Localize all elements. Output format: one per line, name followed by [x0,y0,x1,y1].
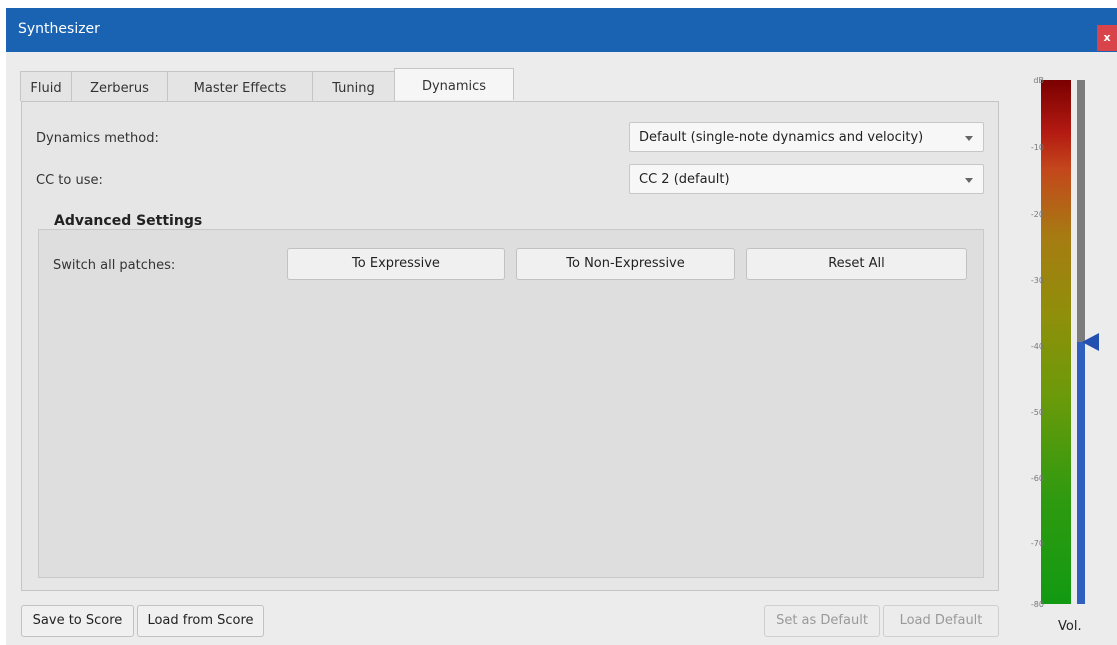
dynamics-method-label: Dynamics method: [36,131,159,146]
tab-fluid[interactable]: Fluid [20,71,72,101]
volume-fill [1077,342,1085,604]
cc-label: CC to use: [36,173,103,188]
cc-select[interactable]: CC 2 (default) [629,164,984,194]
window-title: Synthesizer [18,21,100,37]
tab-zerberus[interactable]: Zerberus [71,71,168,101]
switch-patches-label: Switch all patches: [53,258,176,273]
tick-label: dB [1033,76,1044,85]
to-non-expressive-button[interactable]: To Non-Expressive [516,248,735,280]
level-meter-bar [1041,80,1071,604]
chevron-down-icon [965,136,973,141]
load-from-score-button[interactable]: Load from Score [137,605,264,637]
tick-label: -50 [1030,408,1044,417]
tick-label: -40 [1030,342,1044,351]
advanced-settings-title: Advanced Settings [46,213,211,229]
tick-label: -60 [1030,474,1044,483]
dynamics-panel: Dynamics method: Default (single-note dy… [21,101,999,591]
dynamics-method-value: Default (single-note dynamics and veloci… [639,130,924,145]
title-bar: Synthesizer x [6,8,1117,52]
load-default-button[interactable]: Load Default [883,605,999,637]
triangle-left-icon[interactable] [1082,333,1099,351]
save-to-score-button[interactable]: Save to Score [21,605,134,637]
tick-label: -30 [1030,276,1044,285]
tab-tuning[interactable]: Tuning [312,71,395,101]
dynamics-method-select[interactable]: Default (single-note dynamics and veloci… [629,122,984,152]
reset-all-button[interactable]: Reset All [746,248,967,280]
volume-meter: dB -10 -20 -30 -40 -50 -60 -70 -80 Vol. [1008,70,1110,645]
to-expressive-button[interactable]: To Expressive [287,248,505,280]
cc-value: CC 2 (default) [639,172,730,187]
tick-label: -10 [1030,143,1044,152]
tick-label: -70 [1030,539,1044,548]
tab-dynamics[interactable]: Dynamics [394,68,514,100]
advanced-settings-group: Switch all patches: To Expressive To Non… [38,229,984,578]
volume-label: Vol. [1058,619,1082,634]
tab-master-effects[interactable]: Master Effects [167,71,313,101]
chevron-down-icon [965,178,973,183]
set-as-default-button[interactable]: Set as Default [764,605,880,637]
tick-label: -80 [1030,600,1044,609]
close-icon[interactable]: x [1097,25,1117,51]
tick-label: -20 [1030,210,1044,219]
